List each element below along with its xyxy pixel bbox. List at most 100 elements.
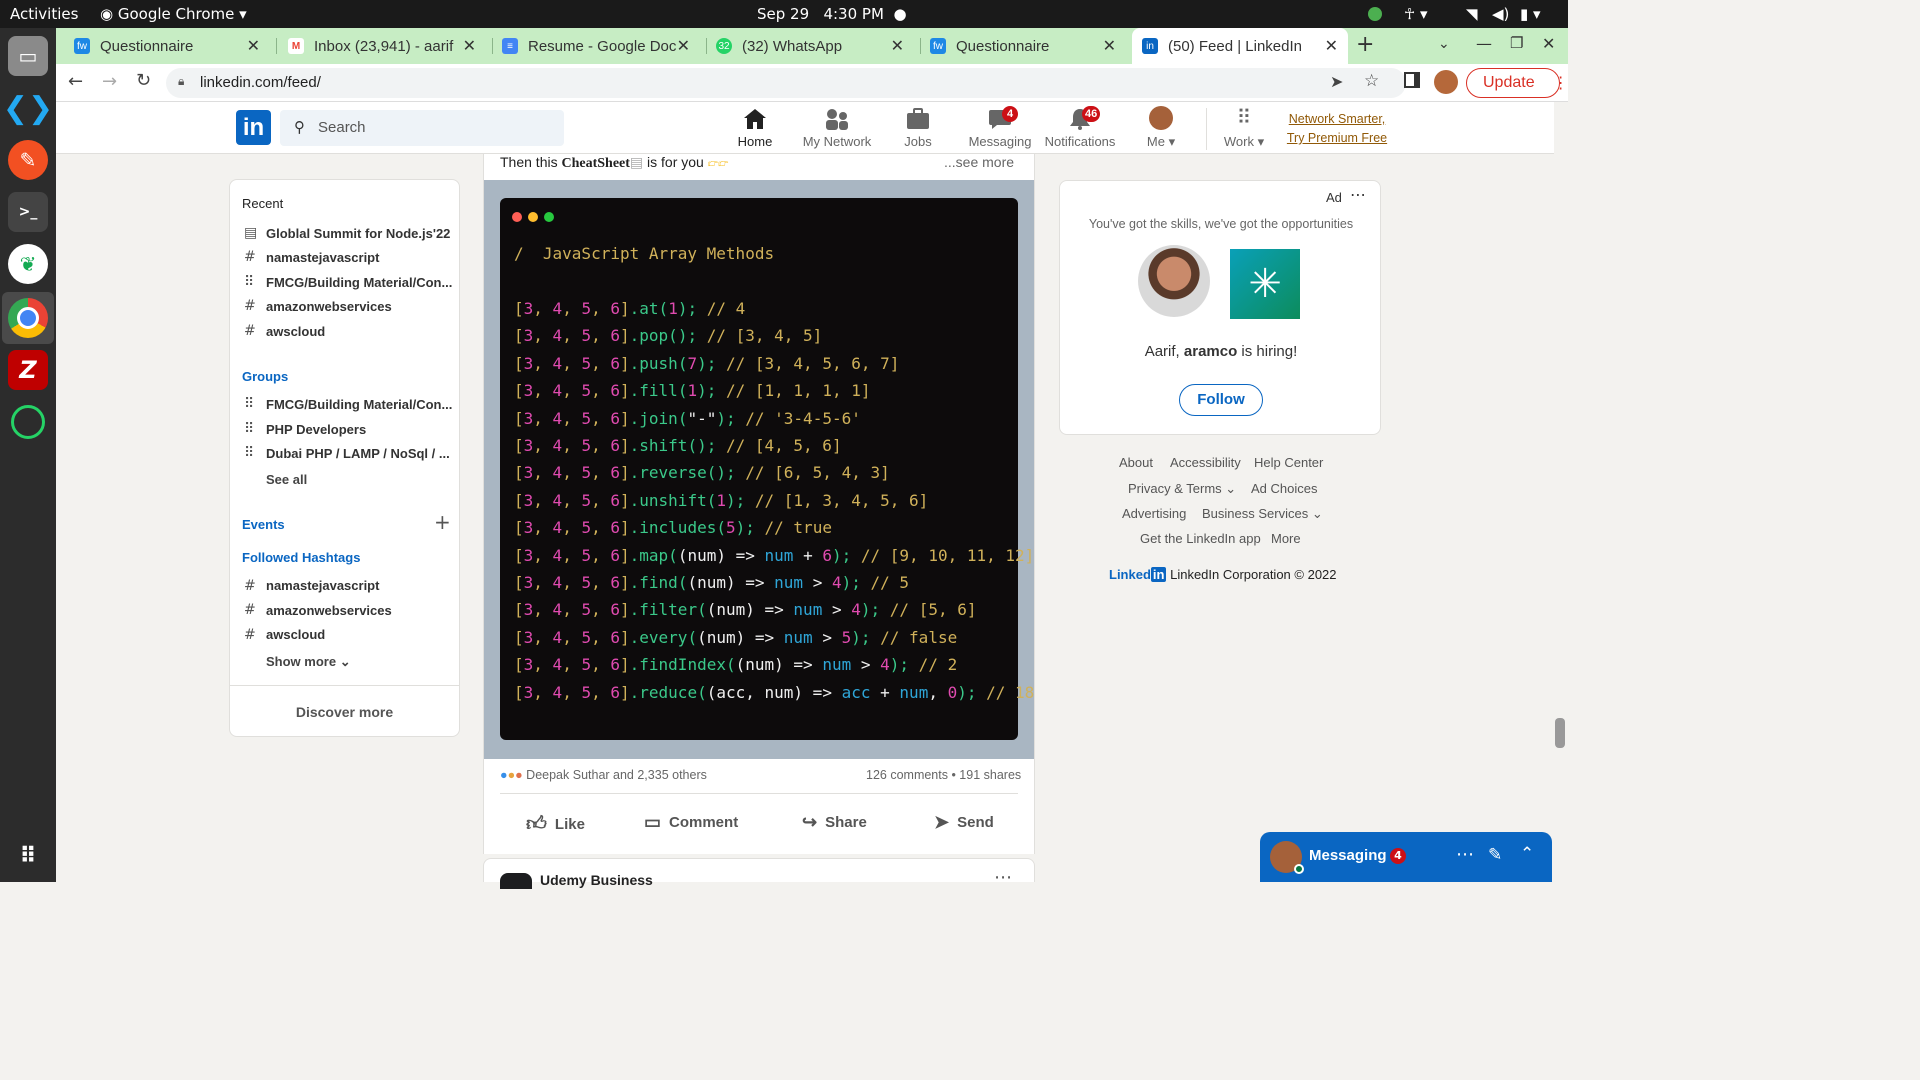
forward-arrow-icon[interactable]: → bbox=[102, 71, 117, 92]
restore-icon[interactable]: ❐ bbox=[1510, 34, 1523, 52]
see-more-link[interactable]: ...see more bbox=[944, 154, 1014, 170]
next-post-author[interactable]: Udemy Business bbox=[540, 872, 653, 888]
groups-heading[interactable]: Groups bbox=[242, 369, 288, 384]
comment-button[interactable]: ▭ Comment bbox=[644, 812, 738, 833]
close-icon[interactable]: ✕ bbox=[1103, 36, 1116, 56]
recent-item[interactable]: Globlal Summit for Node.js'22 bbox=[266, 226, 450, 241]
show-more-button[interactable]: Show more ⌄ bbox=[266, 654, 351, 670]
compose-icon[interactable]: ✎ bbox=[1488, 845, 1502, 865]
nav-messaging[interactable]: Messaging 4 bbox=[966, 102, 1034, 154]
update-button[interactable]: Update ⋮ bbox=[1466, 68, 1569, 98]
close-icon[interactable]: ✕ bbox=[463, 36, 476, 56]
footer-about-link[interactable]: About bbox=[1119, 455, 1153, 470]
show-apps-icon[interactable]: ⠿ bbox=[8, 836, 48, 876]
share-button[interactable]: ↪ Share bbox=[802, 812, 867, 833]
hashtag-item[interactable]: awscloud bbox=[266, 627, 325, 642]
tab-linkedin-active[interactable]: in (50) Feed | LinkedIn ✕ bbox=[1132, 28, 1348, 64]
footer-ad-choices-link[interactable]: Ad Choices bbox=[1251, 481, 1317, 496]
group-item[interactable]: PHP Developers bbox=[266, 422, 366, 437]
recent-item[interactable]: FMCG/Building Material/Con... bbox=[266, 275, 452, 290]
chrome-app-menu[interactable]: ◉ Google Chrome ▾ bbox=[100, 5, 247, 23]
tab-questionnaire-2[interactable]: fw Questionnaire ✕ bbox=[930, 28, 1126, 64]
back-arrow-icon[interactable]: ← bbox=[68, 71, 83, 92]
chevron-up-icon[interactable]: ⌃ bbox=[1520, 844, 1534, 864]
add-event-plus-icon[interactable]: + bbox=[434, 510, 451, 534]
recent-item[interactable]: amazonwebservices bbox=[266, 299, 392, 314]
nav-jobs[interactable]: Jobs bbox=[890, 102, 946, 154]
accessibility-icon[interactable]: ☥ ▾ bbox=[1404, 5, 1428, 23]
address-bar[interactable]: 🔒︎ linkedin.com/feed/ ➤ ☆ bbox=[166, 68, 1406, 98]
footer-app-link[interactable]: Get the LinkedIn app bbox=[1140, 531, 1261, 546]
search-box[interactable]: ⚲ Search bbox=[280, 110, 564, 146]
tab-gmail[interactable]: M Inbox (23,941) - aarif ✕ bbox=[288, 28, 486, 64]
more-options-icon[interactable]: ⋯ bbox=[1456, 844, 1474, 865]
ad-menu-icon[interactable]: ⋯ bbox=[1350, 185, 1366, 204]
close-icon[interactable]: ✕ bbox=[677, 36, 690, 56]
battery-icon[interactable]: ▮ ▾ bbox=[1520, 5, 1541, 23]
footer-privacy-link[interactable]: Privacy & Terms ⌄ bbox=[1128, 481, 1236, 497]
postman-icon[interactable]: ✎ bbox=[8, 140, 48, 180]
post-image[interactable]: / JavaScript Array Methods [3, 4, 5, 6].… bbox=[484, 180, 1034, 759]
hashtags-heading[interactable]: Followed Hashtags bbox=[242, 550, 360, 565]
reactions-summary[interactable]: ●●● Deepak Suthar and 2,335 others bbox=[500, 768, 707, 782]
bookmark-star-icon[interactable]: ☆ bbox=[1364, 71, 1379, 91]
footer-advertising-link[interactable]: Advertising bbox=[1122, 506, 1186, 521]
close-icon[interactable]: ✕ bbox=[247, 36, 260, 56]
nav-me[interactable]: Me ▾ bbox=[1138, 102, 1184, 154]
aramco-logo[interactable]: ✳ bbox=[1230, 249, 1300, 319]
tab-whatsapp[interactable]: 32 (32) WhatsApp ✕ bbox=[716, 28, 914, 64]
footer-help-link[interactable]: Help Center bbox=[1254, 455, 1323, 470]
hashtag-item[interactable]: namastejavascript bbox=[266, 578, 379, 593]
window-close-icon[interactable]: ✕ bbox=[1542, 34, 1555, 53]
group-item[interactable]: Dubai PHP / LAMP / NoSql / ... bbox=[266, 446, 450, 461]
activities-button[interactable]: Activities bbox=[10, 5, 78, 23]
shield-status-icon[interactable] bbox=[1368, 7, 1382, 21]
footer-accessibility-link[interactable]: Accessibility bbox=[1170, 455, 1241, 470]
nav-notifications[interactable]: Notifications 46 bbox=[1042, 102, 1118, 154]
tab-resume-doc[interactable]: ≡ Resume - Google Doc ✕ bbox=[502, 28, 700, 64]
comments-shares-count[interactable]: 126 comments • 191 shares bbox=[866, 768, 1021, 782]
premium-link[interactable]: Network Smarter, Try Premium Free bbox=[1282, 110, 1392, 148]
page-scrollbar-thumb[interactable] bbox=[1555, 718, 1565, 748]
chrome-icon[interactable] bbox=[8, 298, 48, 338]
tab-search-chevron-icon[interactable]: ⌄ bbox=[1438, 36, 1450, 52]
tab-questionnaire-1[interactable]: fw Questionnaire ✕ bbox=[74, 28, 270, 64]
search-input[interactable]: Search bbox=[318, 119, 366, 136]
clock[interactable]: Sep 29 4:30 PM ● bbox=[757, 5, 907, 23]
new-tab-plus-icon[interactable]: + bbox=[1356, 32, 1374, 57]
recent-item[interactable]: awscloud bbox=[266, 324, 325, 339]
group-item[interactable]: FMCG/Building Material/Con... bbox=[266, 397, 452, 412]
events-heading[interactable]: Events bbox=[242, 517, 285, 532]
vscode-icon[interactable]: ❮❯ bbox=[3, 88, 53, 128]
files-icon[interactable]: ▭ bbox=[8, 36, 48, 76]
nav-my-network[interactable]: My Network bbox=[798, 102, 876, 154]
send-button[interactable]: ➤ Send bbox=[934, 812, 994, 833]
follow-button[interactable]: Follow bbox=[1179, 384, 1263, 416]
wifi-icon[interactable]: ◥ bbox=[1466, 5, 1478, 23]
nav-home[interactable]: Home bbox=[726, 102, 784, 156]
close-icon[interactable]: ✕ bbox=[891, 36, 904, 56]
footer-business-link[interactable]: Business Services ⌄ bbox=[1202, 506, 1323, 522]
like-button[interactable]: 👍︎ Like bbox=[526, 812, 585, 836]
post-menu-icon[interactable]: ⋯ bbox=[994, 867, 1012, 888]
reload-icon[interactable]: ↻ bbox=[136, 70, 151, 91]
close-icon[interactable]: ✕ bbox=[1325, 36, 1338, 56]
send-to-device-icon[interactable]: ➤ bbox=[1330, 72, 1343, 91]
whatsapp-dock-icon[interactable] bbox=[8, 402, 48, 442]
volume-icon[interactable]: ◀) bbox=[1492, 5, 1509, 23]
hashtag-item[interactable]: amazonwebservices bbox=[266, 603, 392, 618]
linkedin-logo[interactable]: in bbox=[236, 110, 271, 145]
footer-more-link[interactable]: More bbox=[1271, 531, 1301, 546]
mongodb-compass-icon[interactable]: ❦ bbox=[8, 244, 48, 284]
discover-more-button[interactable]: Discover more bbox=[230, 704, 459, 720]
see-all-link[interactable]: See all bbox=[266, 472, 307, 487]
recent-item[interactable]: namastejavascript bbox=[266, 250, 379, 265]
filezilla-icon[interactable]: Z bbox=[8, 350, 48, 390]
side-panel-icon[interactable] bbox=[1404, 72, 1420, 88]
terminal-icon[interactable]: >_ bbox=[8, 192, 48, 232]
profile-avatar[interactable] bbox=[1434, 70, 1458, 94]
nav-work[interactable]: ⠿ Work ▾ bbox=[1216, 102, 1272, 154]
minimize-icon[interactable]: — bbox=[1476, 34, 1492, 53]
messaging-overlay[interactable]: Messaging 4 ⋯ ✎ ⌃ bbox=[1260, 832, 1552, 882]
url-text[interactable]: linkedin.com/feed/ bbox=[200, 74, 321, 91]
